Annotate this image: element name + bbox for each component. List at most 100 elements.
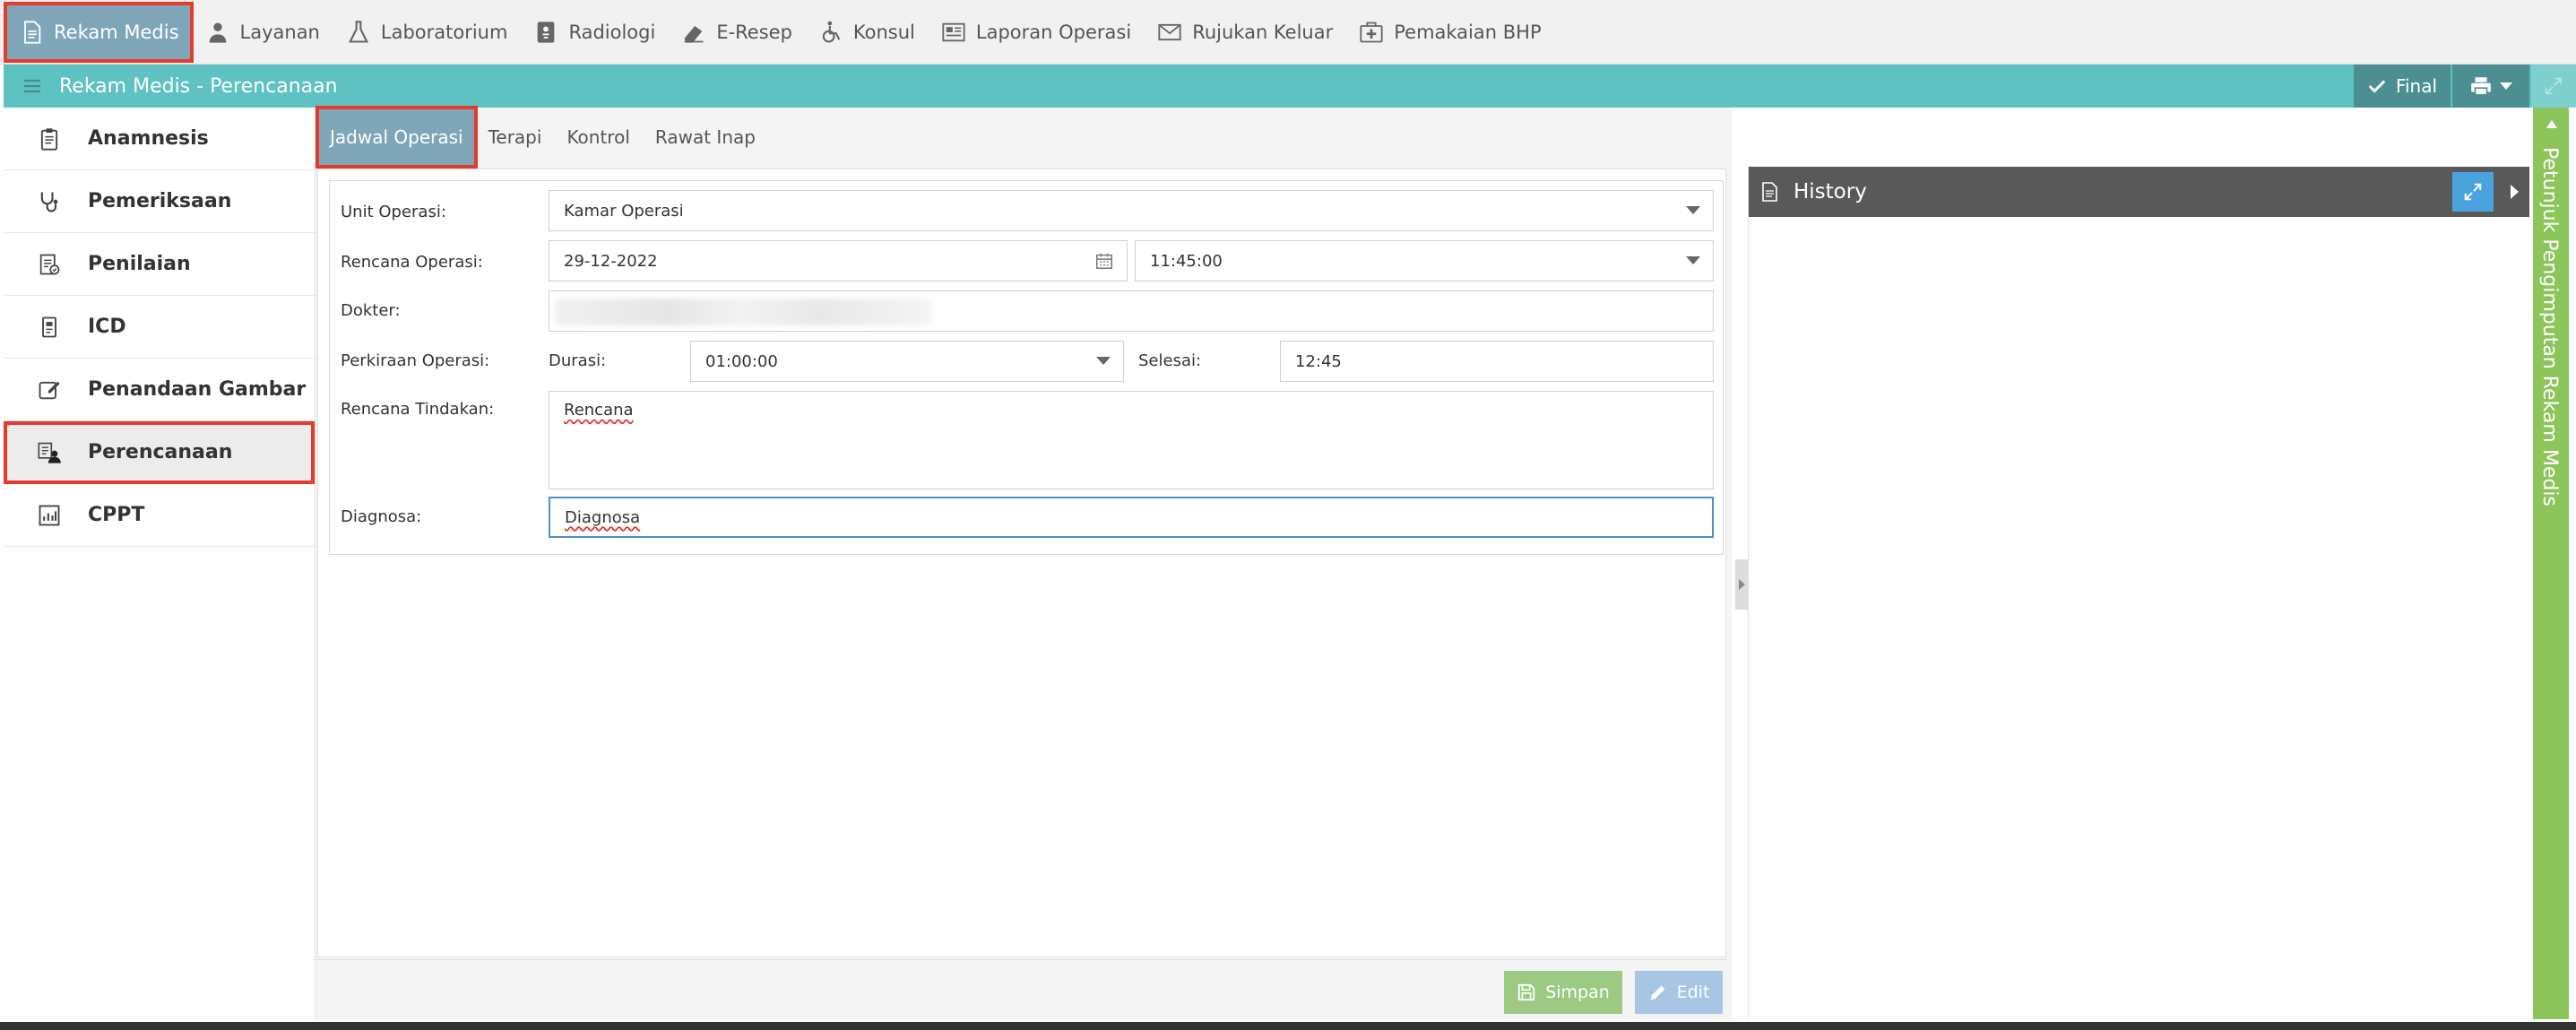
dokter-field[interactable] (549, 290, 1714, 332)
xray-icon (532, 19, 559, 46)
rencana-operasi-date-value: 29-12-2022 (564, 251, 658, 271)
sidebar-item-cppt[interactable]: CPPT (4, 484, 315, 547)
sidebar-item-label: CPPT (88, 504, 145, 526)
sidebar-item-penandaan-gambar[interactable]: Penandaan Gambar (4, 359, 315, 421)
toolbar-item-pemakaian-bhp[interactable]: Pemakaian BHP (1345, 4, 1553, 61)
edit-label: Edit (1676, 982, 1710, 1002)
final-label: Final (2395, 75, 2438, 97)
sidebar-item-anamnesis[interactable]: Anamnesis (4, 108, 315, 170)
unit-operasi-value: Kamar Operasi (564, 201, 684, 221)
flask-icon (345, 19, 372, 46)
perkiraan-operasi-label: Perkiraan Operasi: (341, 351, 490, 370)
medkit-icon (1358, 19, 1385, 46)
assessment-icon (34, 249, 65, 280)
toolbar-item-laboratorium[interactable]: Laboratorium (333, 4, 521, 61)
panel-splitter-handle[interactable] (1735, 559, 1748, 610)
dokter-label: Dokter: (341, 301, 401, 320)
toolbar-label: E-Resep (716, 21, 792, 43)
redacted-doctor-name (555, 299, 931, 325)
toolbar-label: Laporan Operasi (975, 21, 1132, 43)
selesai-label: Selesai: (1138, 351, 1202, 370)
calendar-icon[interactable] (1094, 251, 1114, 271)
toolbar-item-rekam-medis[interactable]: Rekam Medis (4, 1, 194, 63)
toolbar-label: Layanan (239, 21, 320, 43)
toolbar-label: Laboratorium (380, 21, 508, 43)
caret-down-icon (2500, 82, 2512, 90)
clipboard-icon (34, 124, 65, 154)
tab-jadwal-operasi[interactable]: Jadwal Operasi (316, 106, 478, 169)
module-title-bar: Rekam Medis - Perencanaan Final (4, 65, 2576, 108)
durasi-value: 01:00:00 (705, 351, 778, 371)
sidebar-item-label: Anamnesis (88, 127, 209, 150)
diagnosa-input[interactable]: Diagnosa (549, 497, 1714, 538)
petunjuk-side-tab[interactable]: Petunjuk Pengimputan Rekam Medis (2533, 108, 2569, 1019)
sidebar-item-icd[interactable]: ICD (4, 296, 315, 359)
selesai-field[interactable]: 12:45 (1280, 341, 1714, 382)
toolbar-label: Radiologi (568, 21, 656, 43)
edit-icon (34, 375, 65, 405)
tab-kontrol[interactable]: Kontrol (554, 108, 642, 167)
file-icon (1758, 179, 1781, 204)
form-panel: Unit Operasi: Kamar Operasi Rencana Oper… (317, 169, 1726, 957)
sidebar-item-label: Penilaian (88, 253, 191, 275)
rencana-operasi-time-select[interactable]: 11:45:00 (1135, 240, 1714, 281)
sidebar: Anamnesis Pemeriksaan Penilaian ICD Pena… (4, 108, 316, 1019)
rencana-tindakan-label: Rencana Tindakan: (341, 400, 495, 419)
doctor-icon (204, 19, 231, 46)
toolbar-item-layanan[interactable]: Layanan (192, 4, 333, 61)
toolbar-item-rujukan-keluar[interactable]: Rujukan Keluar (1144, 4, 1345, 61)
bottom-border (0, 1022, 2576, 1030)
sidebar-item-perencanaan[interactable]: Perencanaan (4, 421, 315, 484)
fullscreen-button[interactable] (2531, 65, 2576, 108)
sidebar-item-label: Pemeriksaan (88, 190, 232, 212)
chart-icon (34, 500, 65, 531)
toolbar-label: Konsul (852, 21, 915, 43)
content-area: Jadwal Operasi Terapi Kontrol Rawat Inap… (316, 106, 1748, 1019)
toolbar-item-e-resep[interactable]: E-Resep (668, 4, 805, 61)
rencana-operasi-date-field[interactable]: 29-12-2022 (549, 240, 1128, 281)
toolbar-item-konsul[interactable]: Konsul (805, 4, 928, 61)
diagnosa-label: Diagnosa: (341, 507, 422, 526)
chevron-right-icon[interactable] (2511, 185, 2519, 199)
top-toolbar: Rekam Medis Layanan Laboratorium Radiolo… (0, 0, 2576, 65)
history-panel: History (1748, 167, 2529, 1019)
id-card-icon (34, 312, 65, 342)
simpan-label: Simpan (1545, 982, 1610, 1002)
edit-button[interactable]: Edit (1635, 971, 1723, 1014)
rencana-operasi-label: Rencana Operasi: (341, 253, 483, 272)
sidebar-item-label: ICD (88, 316, 126, 338)
diagnosa-value: Diagnosa (565, 507, 641, 527)
sidebar-item-label: Penandaan Gambar (88, 378, 307, 401)
tab-terapi[interactable]: Terapi (476, 108, 555, 167)
envelope-icon (1156, 19, 1183, 46)
stethoscope-icon (34, 186, 65, 217)
expand-icon (2544, 76, 2563, 96)
toolbar-item-radiologi[interactable]: Radiologi (520, 4, 668, 61)
check-icon (2367, 76, 2387, 96)
history-title: History (1794, 180, 1867, 203)
document-icon (18, 19, 45, 46)
hamburger-menu-icon[interactable] (20, 74, 45, 99)
history-expand-button[interactable] (2452, 172, 2494, 212)
toolbar-item-laporan-operasi[interactable]: Laporan Operasi (928, 4, 1144, 61)
page-title: Rekam Medis - Perencanaan (59, 74, 338, 98)
rencana-tindakan-value: Rencana (564, 401, 634, 420)
caret-up-icon (2546, 120, 2557, 128)
eraser-icon (680, 19, 707, 46)
rencana-operasi-time-value: 11:45:00 (1150, 251, 1223, 271)
simpan-button[interactable]: Simpan (1504, 971, 1622, 1014)
wheelchair-icon (817, 19, 844, 46)
sidebar-item-pemeriksaan[interactable]: Pemeriksaan (4, 170, 315, 233)
durasi-select[interactable]: 01:00:00 (690, 341, 1124, 382)
tab-rawat-inap[interactable]: Rawat Inap (643, 108, 768, 167)
chevron-down-icon (1686, 206, 1700, 214)
planning-icon (34, 437, 65, 468)
sidebar-item-penilaian[interactable]: Penilaian (4, 233, 315, 296)
final-button[interactable]: Final (2354, 65, 2452, 108)
newspaper-icon (940, 19, 967, 46)
rencana-tindakan-textarea[interactable]: Rencana (549, 391, 1714, 489)
print-dropdown-button[interactable] (2452, 65, 2531, 108)
unit-operasi-select[interactable]: Kamar Operasi (549, 190, 1714, 231)
form-footer: Simpan Edit (316, 959, 1726, 1017)
toolbar-label: Pemakaian BHP (1394, 21, 1542, 43)
